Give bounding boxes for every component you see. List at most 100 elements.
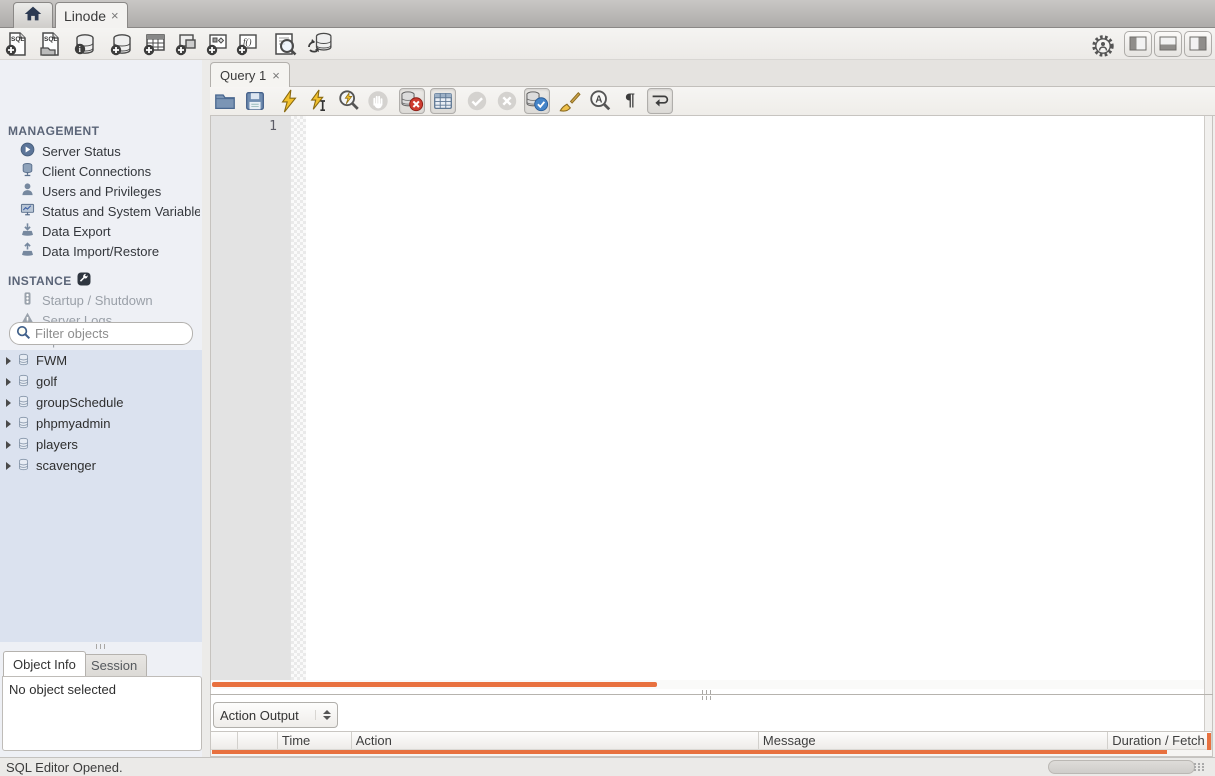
sidebar: MANAGEMENT Server Status Client Connectio… xyxy=(0,60,211,757)
toggle-right-panel-icon[interactable] xyxy=(1184,31,1212,57)
sidebar-item-client-connections[interactable]: Client Connections xyxy=(20,161,200,181)
connection-tab-close-icon[interactable]: × xyxy=(111,9,119,22)
beautify-icon[interactable] xyxy=(557,88,583,114)
expander-icon[interactable] xyxy=(6,398,11,407)
search-table-data-icon[interactable] xyxy=(272,31,298,57)
action-output-table: Time Action Message Duration / Fetch xyxy=(210,731,1213,757)
query-tab[interactable]: Query 1 × xyxy=(210,62,290,87)
schema-item-players[interactable]: players xyxy=(0,434,202,455)
create-table-icon[interactable] xyxy=(142,31,168,57)
progress-pill xyxy=(1048,760,1195,774)
output-column-action[interactable]: Action xyxy=(352,732,759,749)
home-tab[interactable] xyxy=(13,2,53,28)
toggle-wrap-icon[interactable] xyxy=(647,88,673,114)
sql-text-area[interactable] xyxy=(306,116,1199,682)
admin-wrench-icon xyxy=(77,272,91,289)
database-icon xyxy=(17,458,30,474)
create-schema-icon[interactable] xyxy=(109,31,135,57)
preferences-icon[interactable] xyxy=(1090,33,1116,59)
sidebar-item-data-export[interactable]: Data Export xyxy=(20,221,200,241)
reconnect-dbms-icon[interactable] xyxy=(307,31,333,57)
rollback-icon xyxy=(494,88,520,114)
output-selector[interactable]: Action Output xyxy=(213,702,338,728)
expander-icon[interactable] xyxy=(6,356,11,365)
schema-item-phpmyadmin[interactable]: phpmyadmin xyxy=(0,413,202,434)
svg-text:SQL: SQL xyxy=(44,36,57,43)
output-column-duration-fetch[interactable]: Duration / Fetch xyxy=(1108,732,1212,749)
save-script-icon[interactable] xyxy=(242,88,268,114)
output-column-blank[interactable] xyxy=(238,732,278,749)
editor-output-splitter[interactable] xyxy=(210,690,1213,700)
sidebar-item-users-and-privileges[interactable]: Users and Privileges xyxy=(20,181,200,201)
sidebar-item-server-status[interactable]: Server Status xyxy=(20,141,200,161)
instance-section-header: INSTANCE xyxy=(8,272,91,289)
tab-session[interactable]: Session xyxy=(81,654,148,676)
new-sql-editor-icon[interactable]: SQL xyxy=(4,31,30,57)
output-vscrollbar[interactable] xyxy=(1207,733,1211,750)
commit-icon xyxy=(464,88,490,114)
output-column-message[interactable]: Message xyxy=(759,732,1109,749)
home-icon xyxy=(22,3,44,28)
window-tab-bar: Linode × xyxy=(0,0,1215,28)
editor-hscrollbar[interactable] xyxy=(212,682,657,687)
fold-margin xyxy=(291,116,306,682)
find-icon[interactable]: A xyxy=(587,88,613,114)
database-icon xyxy=(17,437,30,453)
export-icon xyxy=(20,222,35,240)
sidebar-item-startup-shutdown[interactable]: Startup / Shutdown xyxy=(20,290,200,310)
show-invisibles-icon[interactable]: ¶ xyxy=(617,88,643,114)
search-icon xyxy=(16,325,31,343)
create-view-icon[interactable] xyxy=(174,31,200,57)
output-hscrollbar[interactable] xyxy=(212,750,1167,754)
toggle-stop-on-error-icon[interactable] xyxy=(399,88,425,114)
sidebar-item-status-and-system-variables[interactable]: Status and System Variables xyxy=(20,201,200,221)
output-column-time[interactable]: Time xyxy=(278,732,352,749)
svg-text:A: A xyxy=(595,94,602,105)
sql-editor-toolbar: A ¶ xyxy=(210,87,1215,116)
schema-filter[interactable] xyxy=(9,322,211,345)
toggle-bottom-panel-icon[interactable] xyxy=(1154,31,1182,57)
schema-item-scavenger[interactable]: scavenger xyxy=(0,455,202,476)
schema-inspector-icon[interactable]: i xyxy=(72,31,98,57)
stop-icon xyxy=(365,88,391,114)
query-tab-close-icon[interactable]: × xyxy=(272,69,280,82)
toggle-autocommit-icon[interactable] xyxy=(524,88,550,114)
management-section-header: MANAGEMENT xyxy=(8,124,100,138)
create-function-icon[interactable]: f() xyxy=(235,31,261,57)
schema-item-golf[interactable]: golf xyxy=(0,371,202,392)
expander-icon[interactable] xyxy=(6,419,11,428)
create-procedure-icon[interactable] xyxy=(205,31,231,57)
query-tab-strip: Query 1 × xyxy=(210,60,1215,87)
connection-tab[interactable]: Linode × xyxy=(55,2,128,28)
spinner-arrows-icon xyxy=(315,710,331,720)
sql-editor[interactable]: 1 xyxy=(210,116,1213,750)
output-column-blank[interactable] xyxy=(211,732,238,749)
schema-item-fwm[interactable]: FWM xyxy=(0,350,202,371)
schema-tree: FWM golf groupSchedule phpmyadmin players sca… xyxy=(0,350,202,642)
sql-editor-area: Query 1 × A ¶ 1 Action Output Time Action M… xyxy=(210,60,1215,757)
gauge-icon xyxy=(20,142,35,160)
expander-icon[interactable] xyxy=(6,377,11,386)
explain-icon[interactable] xyxy=(336,88,362,114)
client-connections-icon xyxy=(20,162,35,180)
status-bar: SQL Editor Opened. xyxy=(0,757,1215,776)
schema-item-groupschedule[interactable]: groupSchedule xyxy=(0,392,202,413)
tab-object-info[interactable]: Object Info xyxy=(3,651,86,676)
limit-rows-icon[interactable] xyxy=(430,88,456,114)
toggle-left-panel-icon[interactable] xyxy=(1124,31,1152,57)
expander-icon[interactable] xyxy=(6,461,11,470)
schema-filter-input[interactable] xyxy=(35,326,211,341)
database-icon xyxy=(17,374,30,390)
open-sql-script-icon[interactable]: SQL xyxy=(37,31,63,57)
execute-current-statement-icon[interactable] xyxy=(306,88,332,114)
sidebar-main-splitter[interactable] xyxy=(202,60,410,757)
open-script-icon[interactable] xyxy=(212,88,238,114)
resize-grip-icon[interactable] xyxy=(1202,762,1204,771)
line-number-gutter: 1 xyxy=(211,116,291,682)
sidebar-item-data-import-restore[interactable]: Data Import/Restore xyxy=(20,241,200,261)
execute-icon[interactable] xyxy=(276,88,302,114)
sidebar-splitter-grip[interactable] xyxy=(96,644,105,649)
output-selector-value: Action Output xyxy=(220,707,299,723)
expander-icon[interactable] xyxy=(6,440,11,449)
traffic-light-icon xyxy=(20,291,35,309)
